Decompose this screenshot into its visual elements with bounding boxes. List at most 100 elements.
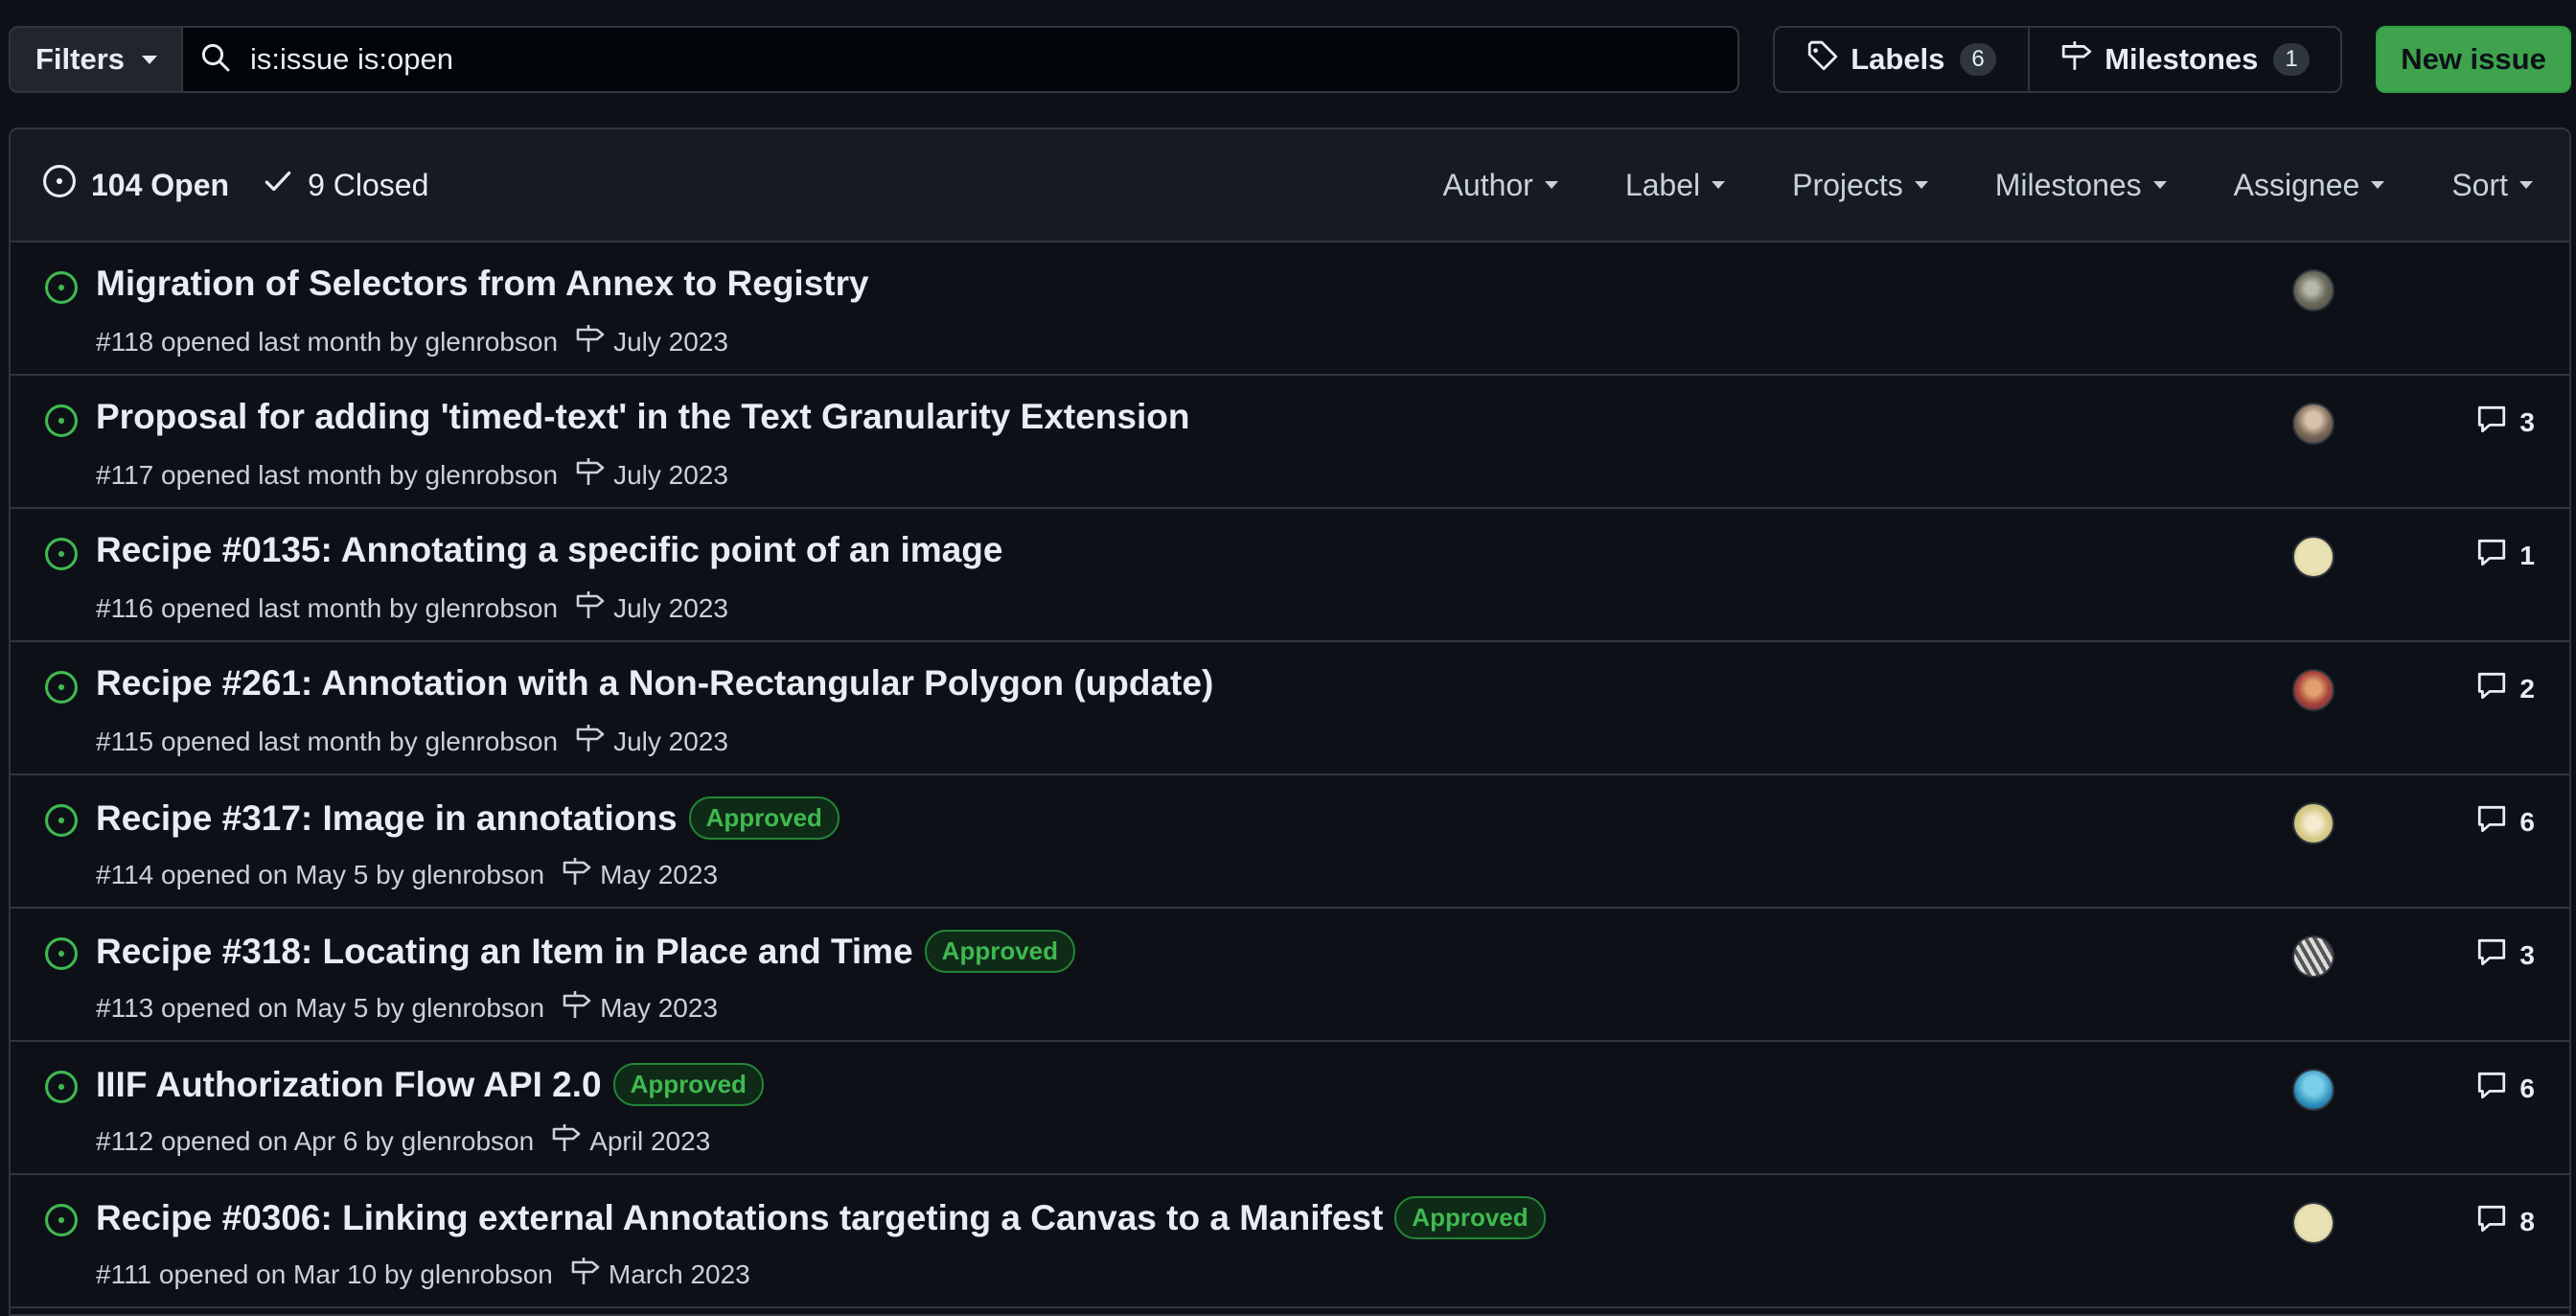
assignee-avatar[interactable] [2292,1069,2334,1111]
approved-label[interactable]: Approved [924,930,1076,973]
comment-icon [2475,1202,2508,1241]
label-filter-label: Label [1624,167,1701,202]
issue-milestone-link[interactable]: July 2023 [575,589,728,627]
issue-title-link[interactable]: Migration of Selectors from Annex to Reg… [96,264,869,304]
comments-link[interactable]: 3 [2475,403,2535,442]
issue-milestone-link[interactable]: July 2023 [575,323,728,360]
issue-milestone-link[interactable]: July 2023 [575,456,728,494]
assignee-avatar[interactable] [2292,802,2334,844]
issue-milestone-link[interactable]: May 2023 [562,989,718,1027]
milestone-icon [575,456,606,494]
open-issues-tab[interactable]: 104 Open [41,163,229,207]
approved-label[interactable]: Approved [1394,1196,1546,1239]
milestone-icon [575,323,606,360]
milestones-filter[interactable]: Milestones [1995,168,2167,203]
projects-filter[interactable]: Projects [1792,168,1928,203]
issue-milestone-link[interactable]: May 2023 [562,856,718,893]
issue-milestone-link[interactable]: March 2023 [570,1256,750,1293]
issue-milestone-label: May 2023 [600,859,719,889]
assignee-avatar[interactable] [2292,536,2334,578]
assignee-avatar[interactable] [2292,669,2334,711]
filters-dropdown-button[interactable]: Filters [11,28,183,91]
comments-link[interactable]: 2 [2475,669,2535,708]
issue-opened-icon [43,802,80,843]
issue-row: Migration of Selectors from Annex to Reg… [11,242,2569,376]
comment-icon [2475,1069,2508,1108]
issue-milestone-link[interactable]: July 2023 [575,723,728,760]
milestone-icon [562,989,592,1027]
issue-milestone-label: July 2023 [613,326,728,357]
issue-title-line: Recipe #261: Annotation with a Non-Recta… [96,663,1213,704]
assignee-avatar[interactable] [2292,403,2334,445]
issue-title-line: Proposal for adding 'timed-text' in the … [96,397,1189,437]
search-input[interactable] [250,42,1737,77]
issue-opened-icon [43,269,80,311]
issue-opened-icon [43,536,80,577]
issue-milestone-label: April 2023 [589,1125,711,1156]
milestones-button[interactable]: Milestones 1 [2030,28,2340,91]
issue-title-link[interactable]: Recipe #317: Image in annotations [96,798,678,839]
comments-link[interactable]: 3 [2475,935,2535,975]
comments-link[interactable]: 6 [2475,802,2535,842]
comments-link[interactable]: 6 [2475,1069,2535,1108]
issue-meta-text: #117 opened last month by glenrobson [96,459,559,490]
issue-meta-text: #115 opened last month by glenrobson [96,726,559,756]
comment-icon [2475,669,2508,708]
comments-link[interactable]: 8 [2475,1202,2535,1241]
label-filter[interactable]: Label [1624,167,1726,203]
projects-filter-label: Projects [1792,167,1903,202]
filter-search-group: Filters [9,26,1739,93]
issue-title-line: Recipe #317: Image in annotations Approv… [96,797,840,840]
issue-meta-text: #116 opened last month by glenrobson [96,592,559,623]
check-icon [262,165,294,205]
issue-title-link[interactable]: Proposal for adding 'timed-text' in the … [96,397,1189,437]
milestones-count-badge: 1 [2273,43,2310,76]
approved-label[interactable]: Approved [612,1063,764,1106]
issue-meta-text: #118 opened last month by glenrobson [96,326,559,357]
tag-icon [1806,39,1839,80]
issue-meta-text: #113 opened on May 5 by glenrobson [96,992,545,1023]
milestone-icon [575,589,606,627]
issue-title-line: IIIF Authorization Flow API 2.0 Approved [96,1063,764,1106]
issue-title-link[interactable]: Recipe #0135: Annotating a specific poin… [96,530,1002,570]
approved-label[interactable]: Approved [688,797,840,840]
issue-meta-text: #114 opened on May 5 by glenrobson [96,859,545,889]
milestone-icon [575,723,606,760]
issue-title-link[interactable]: Recipe #261: Annotation with a Non-Recta… [96,663,1213,704]
issue-meta: #118 opened last month by glenrobson Jul… [96,323,728,360]
issue-milestone-link[interactable]: April 2023 [551,1122,710,1160]
issue-milestone-label: March 2023 [608,1258,750,1289]
closed-issues-tab[interactable]: 9 Closed [262,165,428,205]
issues-list-header: 104 Open 9 Closed Author Label Projects … [11,129,2569,242]
comments-link[interactable]: 1 [2475,536,2535,575]
author-filter-label: Author [1442,167,1533,202]
chevron-down-icon [2371,181,2385,189]
issue-opened-icon [43,669,80,710]
labels-milestones-group: Labels 6 Milestones 1 [1773,26,2342,93]
sort-filter[interactable]: Sort [2451,168,2533,203]
issue-row: IIIF Authorization Flow API 2.0 Approved… [11,1042,2569,1175]
assignee-avatar[interactable] [2292,269,2334,312]
issue-row: Recipe #0306: Linking external Annotatio… [11,1175,2569,1308]
closed-count-label: 9 Closed [308,167,429,202]
chevron-down-icon [2519,181,2533,189]
chevron-down-icon [1914,181,1928,189]
search-field[interactable] [183,28,1737,91]
issue-title-line: Recipe #318: Locating an Item in Place a… [96,930,1076,973]
issue-title-link[interactable]: IIIF Authorization Flow API 2.0 [96,1065,602,1105]
chevron-down-icon [1712,181,1726,189]
assignee-avatar[interactable] [2292,1202,2334,1244]
assignee-avatar[interactable] [2292,935,2334,978]
search-icon [200,42,231,78]
labels-button[interactable]: Labels 6 [1775,28,2030,91]
comment-count: 2 [2519,673,2535,704]
issue-title-link[interactable]: Recipe #0306: Linking external Annotatio… [96,1198,1383,1238]
issue-opened-icon [43,1069,80,1110]
new-issue-button[interactable]: New issue [2376,26,2571,93]
issue-title-link[interactable]: Recipe #318: Locating an Item in Place a… [96,932,913,972]
author-filter[interactable]: Author [1443,168,1558,203]
milestone-icon [570,1256,601,1293]
issue-row: Recipe #318: Locating an Item in Place a… [11,909,2569,1042]
assignee-filter[interactable]: Assignee [2234,168,2385,203]
issue-meta: #116 opened last month by glenrobson Jul… [96,589,728,627]
